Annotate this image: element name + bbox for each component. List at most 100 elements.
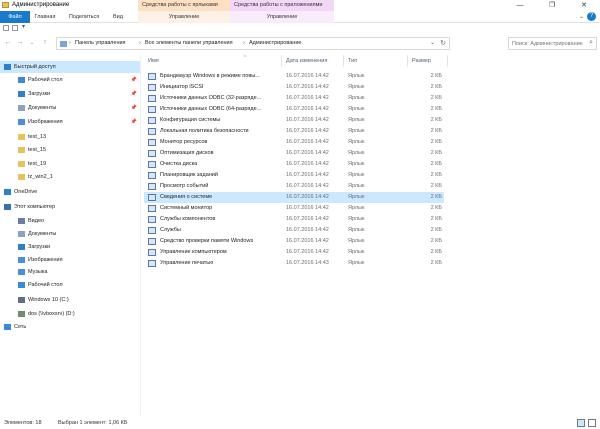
nav-item[interactable]: Музыка bbox=[0, 266, 141, 278]
file-type: Ярлык bbox=[348, 172, 365, 178]
properties-icon[interactable] bbox=[3, 25, 9, 31]
search-icon[interactable]: ⌕ bbox=[589, 39, 593, 47]
file-name: Средство проверки памяти Windows bbox=[160, 238, 254, 244]
nav-item-label: Документы bbox=[28, 231, 57, 237]
nav-item[interactable]: Видео bbox=[0, 215, 141, 227]
address-dropdown-button[interactable]: ⌄ bbox=[430, 38, 435, 49]
quick-access-toolbar: ▾ bbox=[0, 23, 600, 33]
nav-item[interactable]: Сеть bbox=[0, 321, 141, 333]
nav-item[interactable]: Документы 📌 bbox=[0, 102, 141, 114]
column-header-type[interactable]: Тип bbox=[344, 55, 408, 67]
close-button[interactable]: ✕ bbox=[568, 0, 600, 11]
cloud-icon bbox=[4, 189, 11, 195]
back-button[interactable]: ← bbox=[3, 38, 13, 48]
file-row[interactable]: Службы компонентов 16.07.2016 14:42 Ярлык 2… bbox=[144, 214, 444, 225]
breadcrumb-control-panel[interactable]: Панель управления bbox=[75, 38, 126, 49]
file-row[interactable]: Средство проверки памяти Windows 16.07.20… bbox=[144, 236, 444, 247]
file-date: 16.07.2016 14:42 bbox=[286, 117, 329, 123]
file-row[interactable]: Монитор ресурсов 16.07.2016 14:42 Ярлык 2 К… bbox=[144, 137, 444, 148]
tab-home[interactable]: Главная bbox=[30, 11, 60, 23]
file-row[interactable]: Управление компьютером 16.07.2016 14:42 Яр… bbox=[144, 247, 444, 258]
contextual-group-shortcut-tools: Средства работы с ярлыками bbox=[138, 0, 230, 11]
nav-item[interactable]: test_15 bbox=[0, 144, 141, 156]
quick-access-dropdown[interactable]: ▾ bbox=[22, 23, 25, 30]
address-bar[interactable]: › Панель управления › Все элементы панел… bbox=[56, 37, 450, 50]
help-icon[interactable]: ? bbox=[587, 12, 596, 21]
nav-item[interactable]: Документы bbox=[0, 228, 141, 240]
file-size: 2 КБ bbox=[430, 73, 442, 79]
shortcut-icon bbox=[148, 183, 156, 190]
file-row[interactable]: Просмотр событий 16.07.2016 14:42 Ярлык 2 К… bbox=[144, 181, 444, 192]
file-type: Ярлык bbox=[348, 216, 365, 222]
nav-item[interactable]: Загрузки 📌 bbox=[0, 88, 141, 100]
file-row[interactable]: Планировщик заданий 16.07.2016 14:42 Ярлык… bbox=[144, 170, 444, 181]
file-row[interactable]: Сведения о системе 16.07.2016 14:42 Ярлык 2… bbox=[144, 192, 444, 203]
nav-item[interactable]: Этот компьютер bbox=[0, 201, 141, 213]
tab-share[interactable]: Поделиться bbox=[64, 11, 104, 23]
breadcrumb-administration[interactable]: Администрирование bbox=[249, 38, 301, 49]
refresh-icon[interactable]: ↻ bbox=[440, 38, 446, 49]
new-folder-icon[interactable] bbox=[12, 25, 18, 31]
nav-item[interactable]: Windows 10 (C:) bbox=[0, 294, 141, 306]
tab-file[interactable]: Файл bbox=[0, 11, 30, 23]
column-header-size[interactable]: Размер bbox=[408, 55, 448, 67]
file-name: Источники данных ODBC (64-разряде... bbox=[160, 106, 262, 112]
file-row[interactable]: Управление печатью 16.07.2016 14:43 Ярлык 2… bbox=[144, 258, 444, 269]
file-row[interactable]: Инициатор iSCSI 16.07.2016 14:42 Ярлык 2 КБ bbox=[144, 82, 444, 93]
file-row[interactable]: Конфигурация системы 16.07.2016 14:42 Ярлы… bbox=[144, 115, 444, 126]
details-view-icon[interactable] bbox=[577, 419, 585, 427]
file-row[interactable]: Оптимизация дисков 16.07.2016 14:42 Ярлык 2… bbox=[144, 148, 444, 159]
file-name: Управление компьютером bbox=[160, 249, 227, 255]
forward-button[interactable]: → bbox=[15, 38, 25, 48]
document-icon bbox=[18, 105, 25, 111]
search-box[interactable]: ⌕ bbox=[508, 37, 597, 50]
file-date: 16.07.2016 14:43 bbox=[286, 260, 329, 266]
file-row[interactable]: Источники данных ODBC (32-разряде... 16.0… bbox=[144, 93, 444, 104]
up-button[interactable]: ↑ bbox=[40, 38, 50, 48]
nav-item[interactable]: Изображения bbox=[0, 254, 141, 266]
status-selection: Выбран 1 элемент: 1,06 КБ bbox=[58, 420, 128, 426]
maximize-button[interactable]: ❐ bbox=[536, 0, 568, 11]
file-row[interactable]: Брандмауэр Windows в режиме повы... 16.07… bbox=[144, 71, 444, 82]
nav-item[interactable]: test_13 bbox=[0, 131, 141, 143]
shortcut-icon bbox=[148, 128, 156, 135]
large-icons-view-icon[interactable] bbox=[588, 419, 596, 427]
file-size: 2 КБ bbox=[430, 128, 442, 134]
breadcrumb-all-items[interactable]: Все элементы панели управления bbox=[145, 38, 233, 49]
navigation-pane-divider[interactable] bbox=[140, 55, 141, 415]
nav-item[interactable]: test_19 bbox=[0, 158, 141, 170]
nav-item[interactable]: Рабочий стол 📌 bbox=[0, 74, 141, 86]
file-row[interactable]: Системный монитор 16.07.2016 14:42 Ярлык 2 … bbox=[144, 203, 444, 214]
file-date: 16.07.2016 14:42 bbox=[286, 227, 329, 233]
file-size: 2 КБ bbox=[430, 172, 442, 178]
file-type: Ярлык bbox=[348, 227, 365, 233]
file-type: Ярлык bbox=[348, 150, 365, 156]
file-row[interactable]: Источники данных ODBC (64-разряде... 16.0… bbox=[144, 104, 444, 115]
file-row[interactable]: Службы 16.07.2016 14:42 Ярлык 2 КБ bbox=[144, 225, 444, 236]
pin-icon: 📌 bbox=[130, 91, 137, 97]
tab-manage-shortcut[interactable]: Управление bbox=[138, 11, 230, 23]
tab-manage-application[interactable]: Управление bbox=[230, 11, 334, 23]
column-header-name[interactable]: Имя ^ bbox=[144, 55, 282, 67]
nav-item-label: Рабочий стол bbox=[28, 77, 63, 83]
file-size: 2 КБ bbox=[430, 227, 442, 233]
file-row[interactable]: Очистка диска 16.07.2016 14:42 Ярлык 2 КБ bbox=[144, 159, 444, 170]
nav-item-label: test_15 bbox=[28, 147, 47, 153]
ribbon-expand-button[interactable]: ⌄ bbox=[579, 13, 584, 20]
shortcut-icon bbox=[148, 139, 156, 146]
nav-item[interactable]: Загрузки bbox=[0, 241, 141, 253]
minimize-button[interactable]: — bbox=[504, 0, 536, 11]
file-date: 16.07.2016 14:42 bbox=[286, 183, 329, 189]
nav-item[interactable]: tz_win2_1 bbox=[0, 171, 141, 183]
nav-item[interactable]: dos (\\vboxsrv) (D:) bbox=[0, 308, 141, 320]
column-header-date[interactable]: Дата изменения bbox=[282, 55, 344, 67]
tab-view[interactable]: Вид bbox=[108, 11, 128, 23]
nav-item[interactable]: Быстрый доступ bbox=[0, 61, 141, 73]
recent-locations-button[interactable]: ⌄ bbox=[27, 38, 37, 48]
nav-item[interactable]: OneDrive bbox=[0, 186, 141, 198]
window-title: Администрирование bbox=[12, 2, 70, 8]
nav-item[interactable]: Рабочий стол bbox=[0, 279, 141, 291]
search-input[interactable] bbox=[512, 39, 584, 49]
file-row[interactable]: Локальная политика безопасности 16.07.201… bbox=[144, 126, 444, 137]
nav-item[interactable]: Изображения 📌 bbox=[0, 116, 141, 128]
